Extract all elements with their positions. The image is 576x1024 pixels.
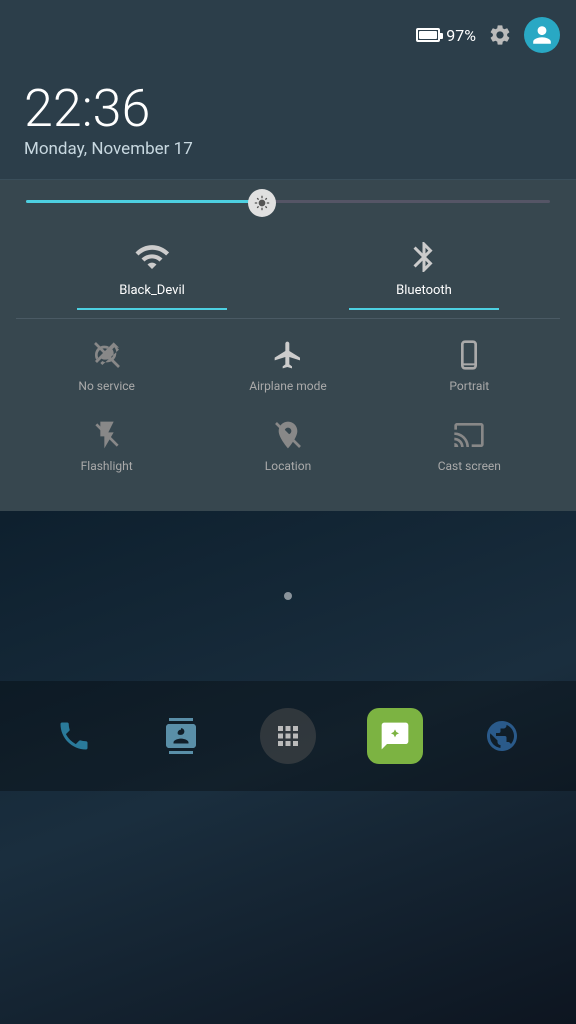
brightness-fill	[26, 200, 262, 203]
toggle-cast[interactable]: Cast screen	[414, 407, 524, 483]
page-indicator-dot	[284, 592, 292, 600]
wifi-label: Black_Devil	[119, 283, 185, 298]
bluetooth-icon	[406, 239, 442, 275]
settings-icon[interactable]	[488, 23, 512, 47]
portrait-icon	[453, 339, 485, 371]
airplane-label: Airplane mode	[249, 379, 326, 393]
location-icon	[272, 419, 304, 451]
divider-1	[16, 318, 560, 319]
dock-messaging[interactable]	[367, 708, 423, 764]
status-bar: 97%	[0, 0, 576, 70]
location-label: Location	[265, 459, 311, 473]
brightness-thumb[interactable]	[248, 189, 276, 217]
home-area	[0, 511, 576, 681]
time-panel: 22:36 Monday, November 17	[0, 70, 576, 180]
dock-phone[interactable]	[46, 708, 102, 764]
battery-percent: 97%	[446, 26, 476, 45]
brightness-control[interactable]	[16, 200, 560, 203]
toggle-wifi[interactable]: Black_Devil	[77, 227, 227, 310]
cast-icon	[453, 419, 485, 451]
portrait-label: Portrait	[449, 379, 489, 393]
wifi-icon	[134, 239, 170, 275]
app-dock	[0, 681, 576, 791]
toggle-portrait[interactable]: Portrait	[414, 327, 524, 403]
date-display: Monday, November 17	[24, 139, 552, 159]
flashlight-label: Flashlight	[81, 459, 133, 473]
toggle-row-1: Black_Devil Bluetooth	[16, 227, 560, 310]
dock-contacts[interactable]	[153, 708, 209, 764]
dock-browser[interactable]	[474, 708, 530, 764]
airplane-icon	[272, 339, 304, 371]
toggle-row-3: Flashlight Location Cast screen	[16, 407, 560, 483]
dock-apps[interactable]	[260, 708, 316, 764]
battery-indicator: 97%	[416, 26, 476, 45]
toggle-no-service[interactable]: No service	[52, 327, 162, 403]
no-service-label: No service	[78, 379, 134, 393]
no-service-icon	[91, 339, 123, 371]
toggle-row-2: No service Airplane mode Portrait	[16, 327, 560, 403]
flashlight-icon	[91, 419, 123, 451]
toggle-flashlight[interactable]: Flashlight	[52, 407, 162, 483]
toggle-bluetooth[interactable]: Bluetooth	[349, 227, 499, 310]
avatar[interactable]	[524, 17, 560, 53]
time-display: 22:36	[24, 80, 552, 137]
brightness-slider-track[interactable]	[26, 200, 550, 203]
bluetooth-label: Bluetooth	[396, 283, 452, 298]
toggle-airplane[interactable]: Airplane mode	[233, 327, 343, 403]
toggle-location[interactable]: Location	[233, 407, 343, 483]
battery-icon	[416, 28, 440, 42]
quick-settings-panel: Black_Devil Bluetooth No service	[0, 180, 576, 511]
cast-label: Cast screen	[438, 459, 501, 473]
